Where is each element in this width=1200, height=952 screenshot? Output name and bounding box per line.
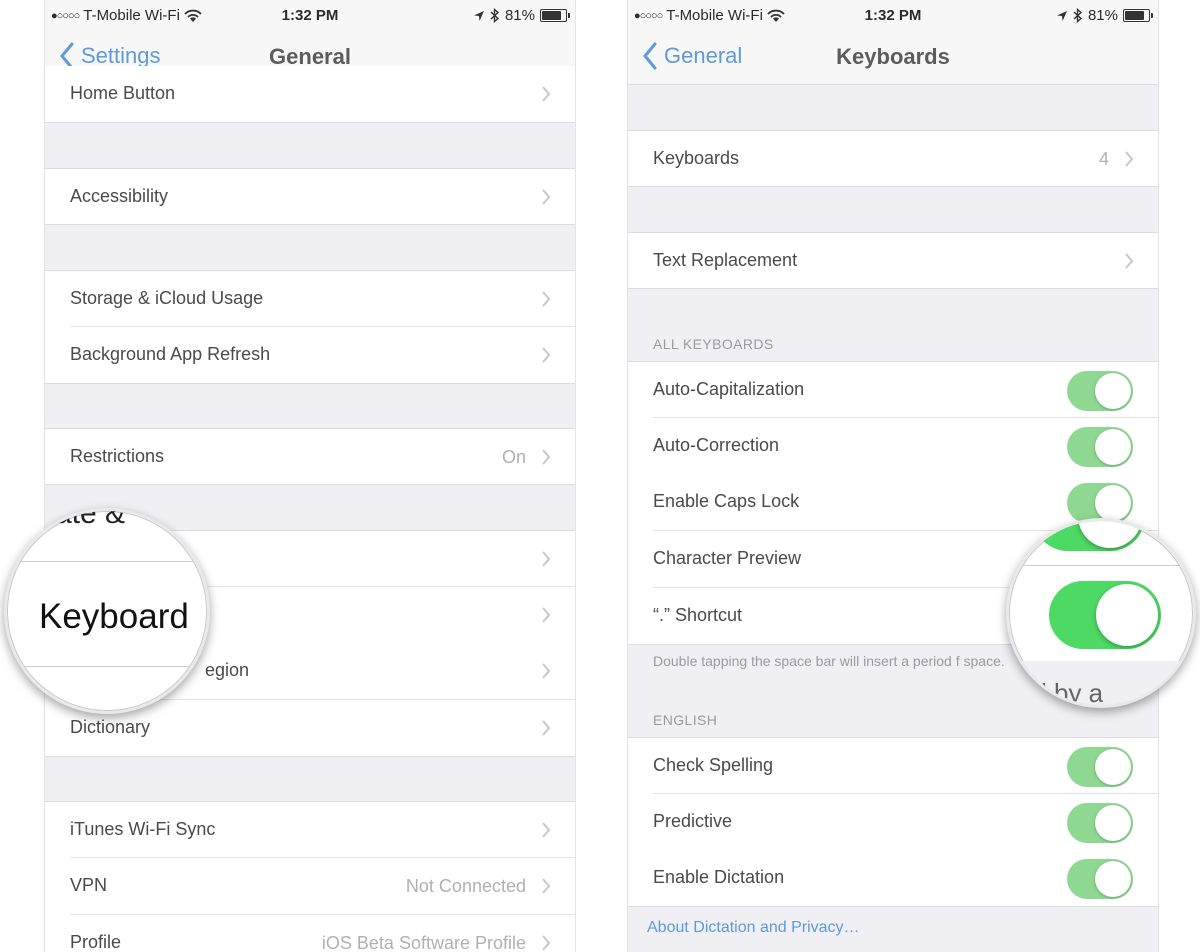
toggle-row-auto-correction: Auto-Correction xyxy=(628,418,1158,475)
settings-row-vpn[interactable]: VPN Not Connected xyxy=(45,858,575,915)
chevron-right-icon xyxy=(542,291,551,307)
auto-correction-toggle[interactable] xyxy=(1067,427,1133,467)
enable-dictation-toggle[interactable] xyxy=(1067,859,1133,899)
toggle-row-predictive: Predictive xyxy=(628,794,1158,851)
chevron-right-icon xyxy=(542,822,551,838)
row-label: Enable Caps Lock xyxy=(653,491,800,511)
row-label: Background App Refresh xyxy=(70,344,271,364)
toggle-row-enable-dictation: Enable Dictation xyxy=(628,850,1158,907)
row-value: On xyxy=(501,447,526,467)
keyboards-settings-screen: ●○○○○ T-Mobile Wi-Fi 1:32 PM 81% General… xyxy=(627,0,1159,952)
bluetooth-icon xyxy=(1073,8,1083,23)
toggle-row-auto-capitalization: Auto-Capitalization xyxy=(628,361,1158,418)
row-label: Accessibility xyxy=(70,186,169,206)
caps-lock-toggle[interactable] xyxy=(1067,483,1133,523)
chevron-right-icon xyxy=(1125,253,1134,269)
settings-row-home-button[interactable]: Home Button xyxy=(45,66,575,123)
chevron-right-icon xyxy=(542,449,551,465)
chevron-right-icon xyxy=(542,86,551,102)
row-label: Predictive xyxy=(653,811,733,831)
row-label: Home Button xyxy=(70,83,176,103)
battery-percent: 81% xyxy=(1087,7,1118,24)
row-label: VPN xyxy=(70,875,108,895)
location-arrow-icon xyxy=(1056,10,1067,21)
chevron-right-icon xyxy=(1125,151,1134,167)
check-spelling-toggle[interactable] xyxy=(1067,747,1133,787)
about-dictation-privacy-link[interactable]: About Dictation and Privacy… xyxy=(647,919,860,937)
bluetooth-icon xyxy=(490,8,500,23)
row-label: Enable Dictation xyxy=(653,867,785,887)
section-header-all-keyboards: ALL KEYBOARDS xyxy=(653,336,774,352)
row-label: Profile xyxy=(70,932,122,952)
toggle-row-check-spelling: Check Spelling xyxy=(628,737,1158,794)
magnifier-keyboard: ate & Keyboard xyxy=(4,508,210,714)
magnified-keyboard-label: Keyboard xyxy=(39,597,189,636)
battery-icon xyxy=(540,9,570,22)
keyboard-count: 4 xyxy=(1098,149,1109,169)
location-arrow-icon xyxy=(473,10,484,21)
magnified-partial-text: ate & xyxy=(55,508,126,530)
row-label: Auto-Capitalization xyxy=(653,379,805,399)
chevron-right-icon xyxy=(542,663,551,679)
settings-row-accessibility[interactable]: Accessibility xyxy=(45,168,575,225)
settings-row-background-refresh[interactable]: Background App Refresh xyxy=(45,327,575,384)
row-label: Character Preview xyxy=(653,548,802,568)
row-label: Storage & iCloud Usage xyxy=(70,288,264,308)
section-header-english: ENGLISH xyxy=(653,712,718,728)
magnified-toggle-partial xyxy=(1033,521,1145,551)
general-settings-screen: ●○○○○ T-Mobile Wi-Fi 1:32 PM 81% Setting… xyxy=(44,0,576,952)
navigation-bar: General Keyboards xyxy=(628,30,1158,85)
row-label: Dictionary xyxy=(70,717,151,737)
toggle-knob xyxy=(1095,861,1131,897)
toggle-knob xyxy=(1095,485,1131,521)
chevron-right-icon xyxy=(542,607,551,623)
predictive-toggle[interactable] xyxy=(1067,803,1133,843)
row-label: egion xyxy=(205,660,250,680)
battery-percent: 81% xyxy=(504,7,535,24)
settings-row-restrictions[interactable]: Restrictions On xyxy=(45,428,575,485)
row-label: Auto-Correction xyxy=(653,435,780,455)
chevron-right-icon xyxy=(542,189,551,205)
status-bar: ●○○○○ T-Mobile Wi-Fi 1:32 PM 81% xyxy=(628,0,1158,30)
chevron-right-icon xyxy=(542,551,551,567)
magnified-period-shortcut-toggle xyxy=(1049,581,1161,649)
chevron-right-icon xyxy=(542,720,551,736)
row-value: iOS Beta Software Profile xyxy=(321,933,526,952)
toggle-knob xyxy=(1095,749,1131,785)
row-value: Not Connected xyxy=(405,876,526,896)
chevron-right-icon xyxy=(542,347,551,363)
row-label: “.” Shortcut xyxy=(653,605,743,625)
toggle-knob xyxy=(1095,373,1131,409)
status-bar: ●○○○○ T-Mobile Wi-Fi 1:32 PM 81% xyxy=(45,0,575,30)
settings-row-itunes-wifi-sync[interactable]: iTunes Wi-Fi Sync xyxy=(45,801,575,858)
settings-row-storage[interactable]: Storage & iCloud Usage xyxy=(45,270,575,327)
chevron-right-icon xyxy=(542,935,551,951)
settings-row-text-replacement[interactable]: Text Replacement xyxy=(628,232,1158,289)
toggle-knob xyxy=(1095,805,1131,841)
row-label: Restrictions xyxy=(70,446,165,466)
magnifier-period-shortcut-toggle: l by a xyxy=(1006,518,1196,708)
auto-capitalization-toggle[interactable] xyxy=(1067,371,1133,411)
row-label: Text Replacement xyxy=(653,250,798,270)
row-label: iTunes Wi-Fi Sync xyxy=(70,819,216,839)
magnified-footer-text: l by a xyxy=(1041,678,1104,708)
battery-icon xyxy=(1123,9,1153,22)
page-title: Keyboards xyxy=(836,44,950,69)
toggle-knob xyxy=(1095,429,1131,465)
settings-row-keyboards[interactable]: Keyboards 4 xyxy=(628,130,1158,187)
settings-row-profile[interactable]: Profile iOS Beta Software Profile xyxy=(45,915,575,952)
row-label: Keyboards xyxy=(653,148,740,168)
row-label: Check Spelling xyxy=(653,755,774,775)
chevron-right-icon xyxy=(542,878,551,894)
